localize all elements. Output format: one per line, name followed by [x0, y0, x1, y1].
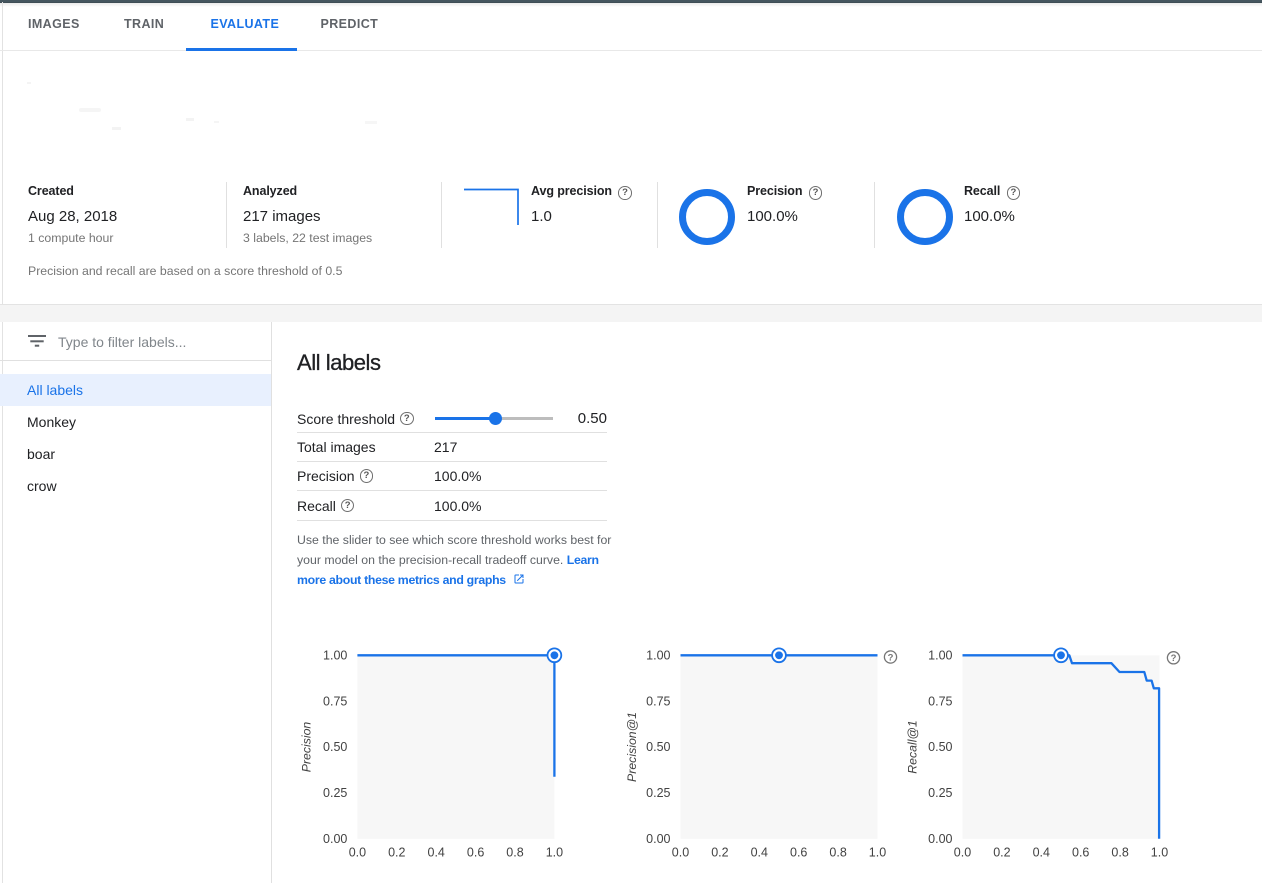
svg-text:0.50: 0.50 — [646, 740, 670, 754]
svg-text:0.75: 0.75 — [928, 694, 952, 708]
svg-text:0.25: 0.25 — [646, 786, 670, 800]
svg-text:0.0: 0.0 — [349, 846, 366, 860]
svg-text:0.2: 0.2 — [388, 846, 405, 860]
svg-text:1.00: 1.00 — [646, 649, 670, 663]
svg-text:1.0: 1.0 — [1151, 846, 1168, 860]
svg-text:0.4: 0.4 — [428, 846, 445, 860]
svg-text:0.00: 0.00 — [928, 832, 952, 846]
svg-text:0.2: 0.2 — [711, 846, 728, 860]
svg-text:0.50: 0.50 — [928, 740, 952, 754]
svg-text:0.25: 0.25 — [323, 786, 347, 800]
svg-text:0.8: 0.8 — [506, 846, 523, 860]
svg-text:0.6: 0.6 — [467, 846, 484, 860]
svg-text:0.75: 0.75 — [646, 694, 670, 708]
svg-text:0.0: 0.0 — [954, 846, 971, 860]
svg-text:Recall@1: Recall@1 — [906, 720, 920, 774]
svg-text:?: ? — [888, 652, 894, 663]
svg-text:0.8: 0.8 — [829, 846, 846, 860]
svg-text:0.2: 0.2 — [993, 846, 1010, 860]
svg-text:0.75: 0.75 — [323, 694, 347, 708]
svg-text:1.00: 1.00 — [928, 649, 952, 663]
svg-text:0.50: 0.50 — [323, 740, 347, 754]
svg-text:1.0: 1.0 — [869, 846, 886, 860]
svg-text:Precision: Precision — [300, 722, 314, 773]
svg-text:0.8: 0.8 — [1111, 846, 1128, 860]
svg-text:0.00: 0.00 — [323, 832, 347, 846]
svg-text:Precision@1: Precision@1 — [625, 712, 639, 782]
svg-text:0.6: 0.6 — [1072, 846, 1089, 860]
svg-text:1.00: 1.00 — [323, 649, 347, 663]
svg-text:0.25: 0.25 — [928, 786, 952, 800]
svg-text:1.0: 1.0 — [546, 846, 563, 860]
svg-text:0.00: 0.00 — [646, 832, 670, 846]
svg-text:0.6: 0.6 — [790, 846, 807, 860]
svg-text:0.0: 0.0 — [672, 846, 689, 860]
svg-text:0.4: 0.4 — [751, 846, 768, 860]
svg-text:?: ? — [1171, 653, 1177, 664]
svg-text:0.4: 0.4 — [1033, 846, 1050, 860]
